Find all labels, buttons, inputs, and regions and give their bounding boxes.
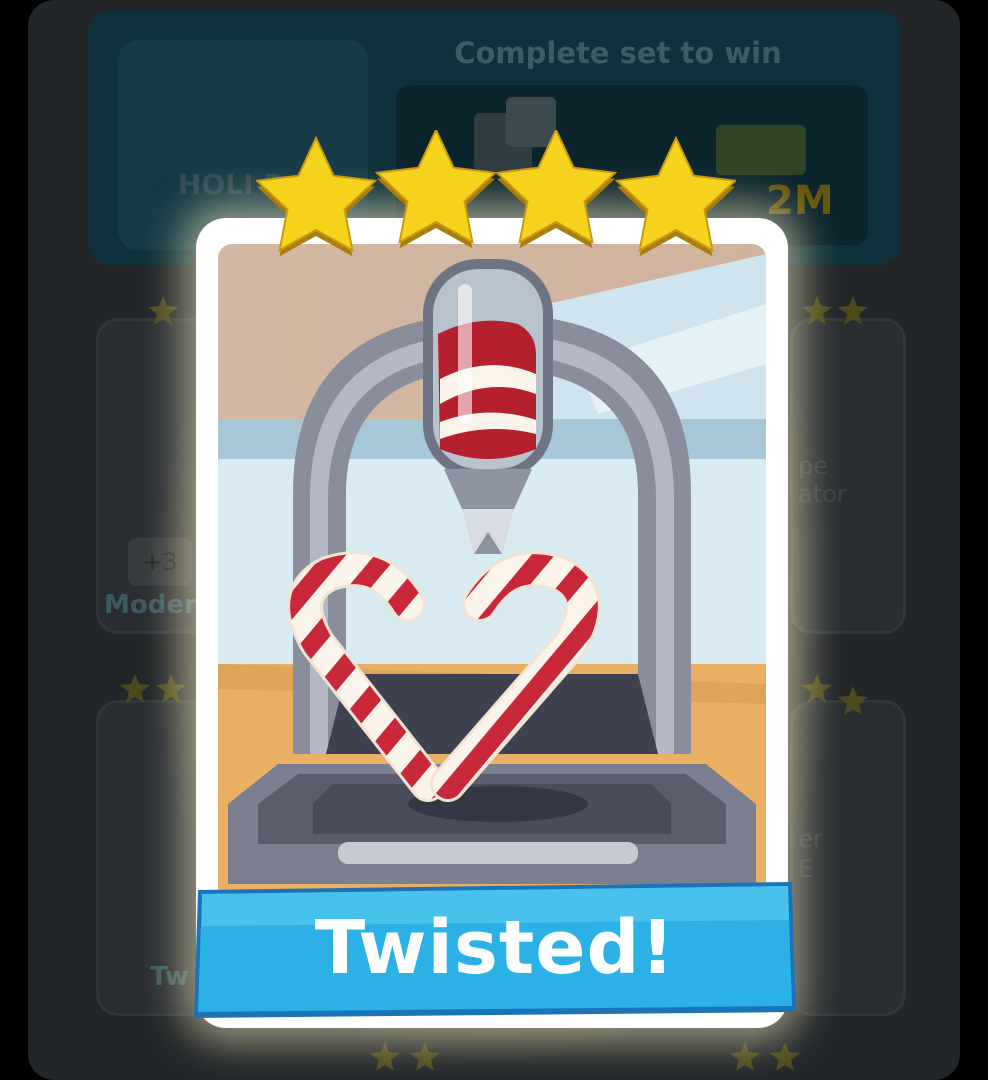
star-rating-graphic (254, 127, 738, 257)
card-artwork (218, 244, 766, 900)
card-name: Twisted! (314, 905, 676, 991)
rarity-stars (254, 127, 738, 265)
star-icon (494, 127, 618, 249)
star-icon (254, 135, 378, 257)
star-icon (614, 135, 738, 257)
star-icon (374, 127, 498, 249)
